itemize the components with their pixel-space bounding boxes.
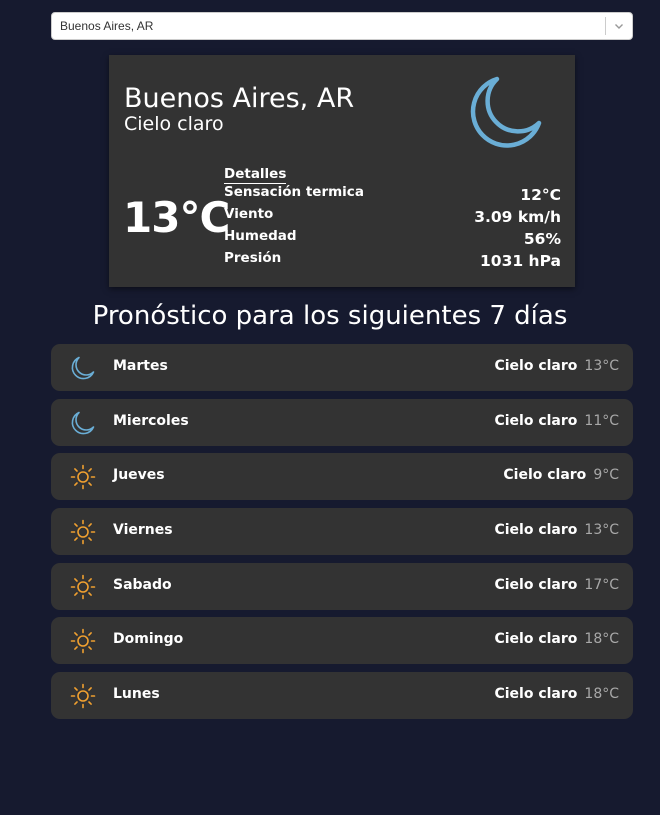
city-select[interactable]: Buenos Aires, AR bbox=[51, 12, 633, 40]
day-name: Miercoles bbox=[113, 412, 189, 429]
day-name: Jueves bbox=[113, 467, 165, 484]
city-select-value[interactable]: Buenos Aires, AR bbox=[52, 19, 605, 33]
detail-label: Presión bbox=[224, 250, 282, 266]
day-name: Sabado bbox=[113, 576, 172, 593]
day-description: Cielo claro bbox=[494, 522, 578, 539]
current-weather-card: Buenos Aires, AR Cielo claro 13°C Detall… bbox=[109, 55, 575, 287]
detail-row: Viento 3.09 km/h bbox=[224, 206, 561, 228]
forecast-day-sabado[interactable]: Sabado Cielo claro 17°C bbox=[51, 562, 633, 610]
sun-icon bbox=[70, 464, 96, 490]
detail-row: Humedad 56% bbox=[224, 228, 561, 250]
day-temperature: 9°C bbox=[593, 467, 619, 484]
day-description: Cielo claro bbox=[494, 576, 578, 593]
detail-label: Viento bbox=[224, 206, 274, 222]
forecast-day-jueves[interactable]: Jueves Cielo claro 9°C bbox=[51, 453, 633, 501]
detail-value: 1031 hPa bbox=[480, 252, 561, 270]
detail-row: Sensación termica 12°C bbox=[224, 184, 561, 206]
forecast-title: Pronóstico para los siguientes 7 días bbox=[92, 301, 568, 331]
day-temperature: 18°C bbox=[584, 631, 619, 648]
day-description: Cielo claro bbox=[494, 412, 578, 429]
forecast-day-martes[interactable]: Martes Cielo claro 13°C bbox=[51, 344, 633, 391]
current-description: Cielo claro bbox=[124, 113, 224, 135]
detail-value: 3.09 km/h bbox=[474, 208, 561, 226]
forecast-day-domingo[interactable]: Domingo Cielo claro 18°C bbox=[51, 617, 633, 665]
sun-icon bbox=[70, 628, 96, 654]
moon-icon bbox=[70, 355, 96, 381]
moon-icon bbox=[70, 410, 96, 436]
day-temperature: 13°C bbox=[584, 522, 619, 539]
day-name: Martes bbox=[113, 358, 168, 374]
day-description: Cielo claro bbox=[503, 467, 587, 484]
day-temperature: 17°C bbox=[584, 576, 619, 593]
current-temperature: 13°C bbox=[123, 193, 230, 242]
detail-value: 56% bbox=[523, 230, 561, 248]
day-description: Cielo claro bbox=[494, 631, 578, 648]
detail-value: 12°C bbox=[520, 186, 561, 204]
day-description: Cielo claro bbox=[494, 358, 578, 374]
day-description: Cielo claro bbox=[494, 686, 578, 703]
forecast-list: Martes Cielo claro 13°C Miercoles Cielo c… bbox=[51, 344, 633, 727]
sun-icon bbox=[70, 519, 96, 545]
sun-icon bbox=[70, 574, 96, 600]
details-title: Detalles bbox=[224, 166, 287, 184]
current-city: Buenos Aires, AR bbox=[124, 83, 355, 114]
moon-icon bbox=[467, 71, 547, 151]
day-temperature: 13°C bbox=[584, 358, 619, 374]
forecast-day-viernes[interactable]: Viernes Cielo claro 13°C bbox=[51, 508, 633, 556]
sun-icon bbox=[70, 683, 96, 709]
day-temperature: 11°C bbox=[584, 412, 619, 429]
detail-label: Humedad bbox=[224, 228, 297, 244]
day-name: Lunes bbox=[113, 686, 160, 703]
day-temperature: 18°C bbox=[584, 686, 619, 703]
forecast-day-lunes[interactable]: Lunes Cielo claro 18°C bbox=[51, 672, 633, 720]
day-name: Viernes bbox=[113, 522, 173, 539]
detail-label: Sensación termica bbox=[224, 184, 364, 200]
details-panel: Detalles Sensación termica 12°C Viento 3… bbox=[224, 163, 561, 272]
day-name: Domingo bbox=[113, 631, 184, 648]
detail-row: Presión 1031 hPa bbox=[224, 250, 561, 272]
forecast-day-miercoles[interactable]: Miercoles Cielo claro 11°C bbox=[51, 398, 633, 446]
chevron-down-icon[interactable] bbox=[606, 13, 632, 39]
